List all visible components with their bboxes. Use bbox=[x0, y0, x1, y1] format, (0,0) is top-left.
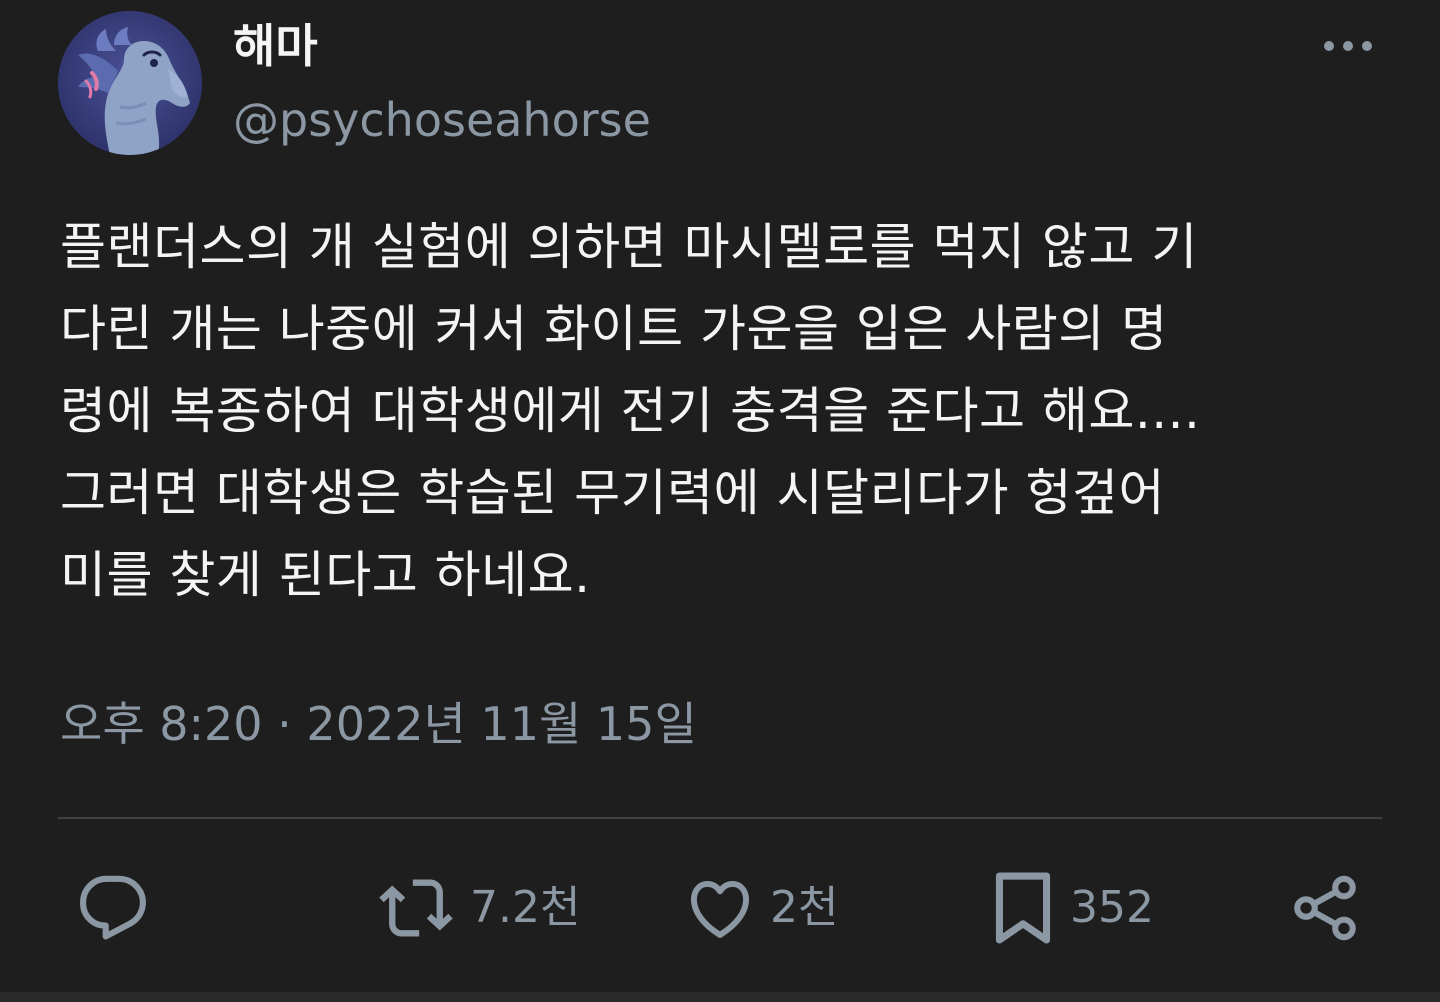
heart-icon bbox=[691, 880, 749, 938]
share-icon bbox=[1294, 875, 1356, 941]
tweet-text: 플랜더스의 개 실험에 의하면 마시멜로를 먹지 않고 기 다린 개는 나중에 … bbox=[60, 206, 1382, 616]
tweet-line: 다린 개는 나중에 커서 화이트 가운을 입은 사람의 명 bbox=[60, 300, 1168, 358]
tweet-line: 령에 복종하여 대학생에게 전기 충격을 준다고 해요.... bbox=[60, 382, 1201, 440]
tweet-line: 미를 찾게 된다고 하네요. bbox=[60, 546, 591, 604]
reply-button[interactable] bbox=[78, 860, 164, 956]
divider bbox=[58, 817, 1382, 819]
bookmark-button[interactable]: 352 bbox=[992, 860, 1154, 956]
user-handle[interactable]: @psychoseahorse bbox=[233, 88, 651, 152]
bookmark-count: 352 bbox=[1070, 882, 1154, 933]
retweet-icon bbox=[379, 879, 453, 937]
tweet-timestamp[interactable]: 오후 8:20 · 2022년 11월 15일 bbox=[60, 692, 697, 756]
retweet-button[interactable]: 7.2천 bbox=[378, 860, 580, 956]
ellipsis-icon bbox=[1324, 41, 1372, 51]
seahorse-avatar-icon bbox=[58, 11, 202, 155]
more-options-button[interactable] bbox=[1316, 26, 1380, 66]
tweet-line: 플랜더스의 개 실험에 의하면 마시멜로를 먹지 않고 기 bbox=[60, 218, 1198, 276]
retweet-count: 7.2천 bbox=[470, 882, 581, 933]
action-bar: 7.2천 2천 352 bbox=[0, 860, 1440, 956]
share-button[interactable] bbox=[1290, 860, 1376, 956]
bookmark-icon bbox=[995, 872, 1051, 944]
like-count: 2천 bbox=[770, 882, 839, 933]
reply-icon bbox=[80, 875, 146, 940]
display-name[interactable]: 해마 bbox=[233, 14, 318, 78]
bottom-edge bbox=[0, 992, 1440, 1002]
avatar[interactable] bbox=[58, 11, 202, 155]
like-button[interactable]: 2천 bbox=[686, 860, 838, 956]
tweet-line: 그러면 대학생은 학습된 무기력에 시달리다가 헝겊어 bbox=[60, 464, 1165, 522]
